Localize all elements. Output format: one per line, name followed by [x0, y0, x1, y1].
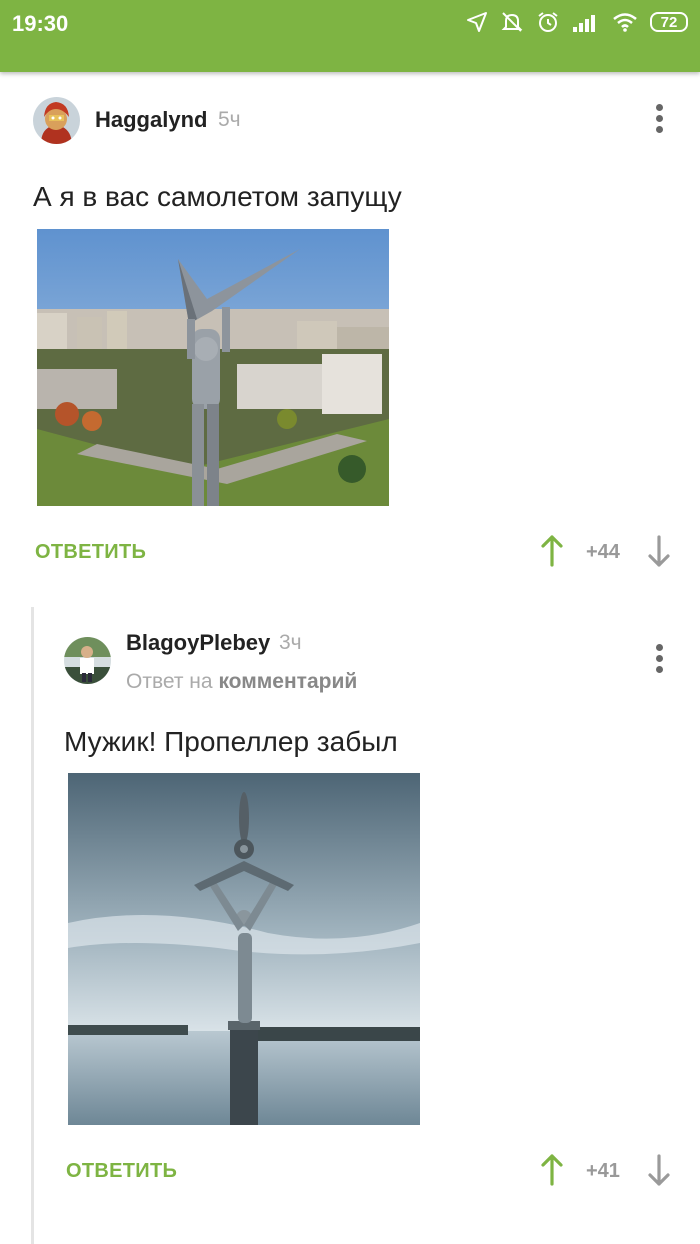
upvote-arrow-icon[interactable]	[540, 535, 564, 567]
username[interactable]: BlagoyPlebey	[126, 630, 270, 656]
comment-time: 5ч	[218, 108, 241, 131]
more-options-icon[interactable]	[653, 644, 665, 676]
username[interactable]: Haggalynd	[95, 107, 207, 133]
avatar[interactable]	[33, 97, 80, 144]
comment-text: А я в вас самолетом запущу	[33, 181, 402, 212]
location-icon	[467, 12, 487, 32]
rating-count: +41	[586, 1160, 620, 1182]
signal-icon	[573, 15, 595, 32]
reply-to-link[interactable]: комментарий	[218, 670, 357, 693]
reply-button[interactable]: ОТВЕТИТЬ	[35, 541, 146, 564]
alarm-icon	[538, 12, 558, 32]
downvote-arrow-icon[interactable]	[647, 535, 671, 567]
more-options-icon[interactable]	[653, 104, 665, 136]
battery-icon: 72	[650, 12, 688, 32]
downvote-arrow-icon[interactable]	[647, 1154, 671, 1186]
comment-image[interactable]	[37, 229, 389, 506]
comment-image[interactable]	[68, 773, 420, 1125]
comment-time: 3ч	[279, 631, 302, 654]
reply-button[interactable]: ОТВЕТИТЬ	[66, 1160, 177, 1183]
upvote-arrow-icon[interactable]	[540, 1154, 564, 1186]
rating-count: +44	[586, 541, 620, 563]
reply-to-prefix: Ответ на	[126, 670, 213, 693]
wifi-icon	[613, 13, 637, 32]
avatar[interactable]	[64, 637, 111, 684]
comment-text: Мужик! Пропеллер забыл	[64, 726, 398, 757]
reply-to-line: Ответ на комментарий	[126, 670, 357, 694]
clock: 19:30	[12, 11, 69, 36]
thread-line	[31, 607, 34, 1244]
silent-icon	[501, 12, 523, 32]
status-bar: 19:30 72	[0, 0, 700, 72]
